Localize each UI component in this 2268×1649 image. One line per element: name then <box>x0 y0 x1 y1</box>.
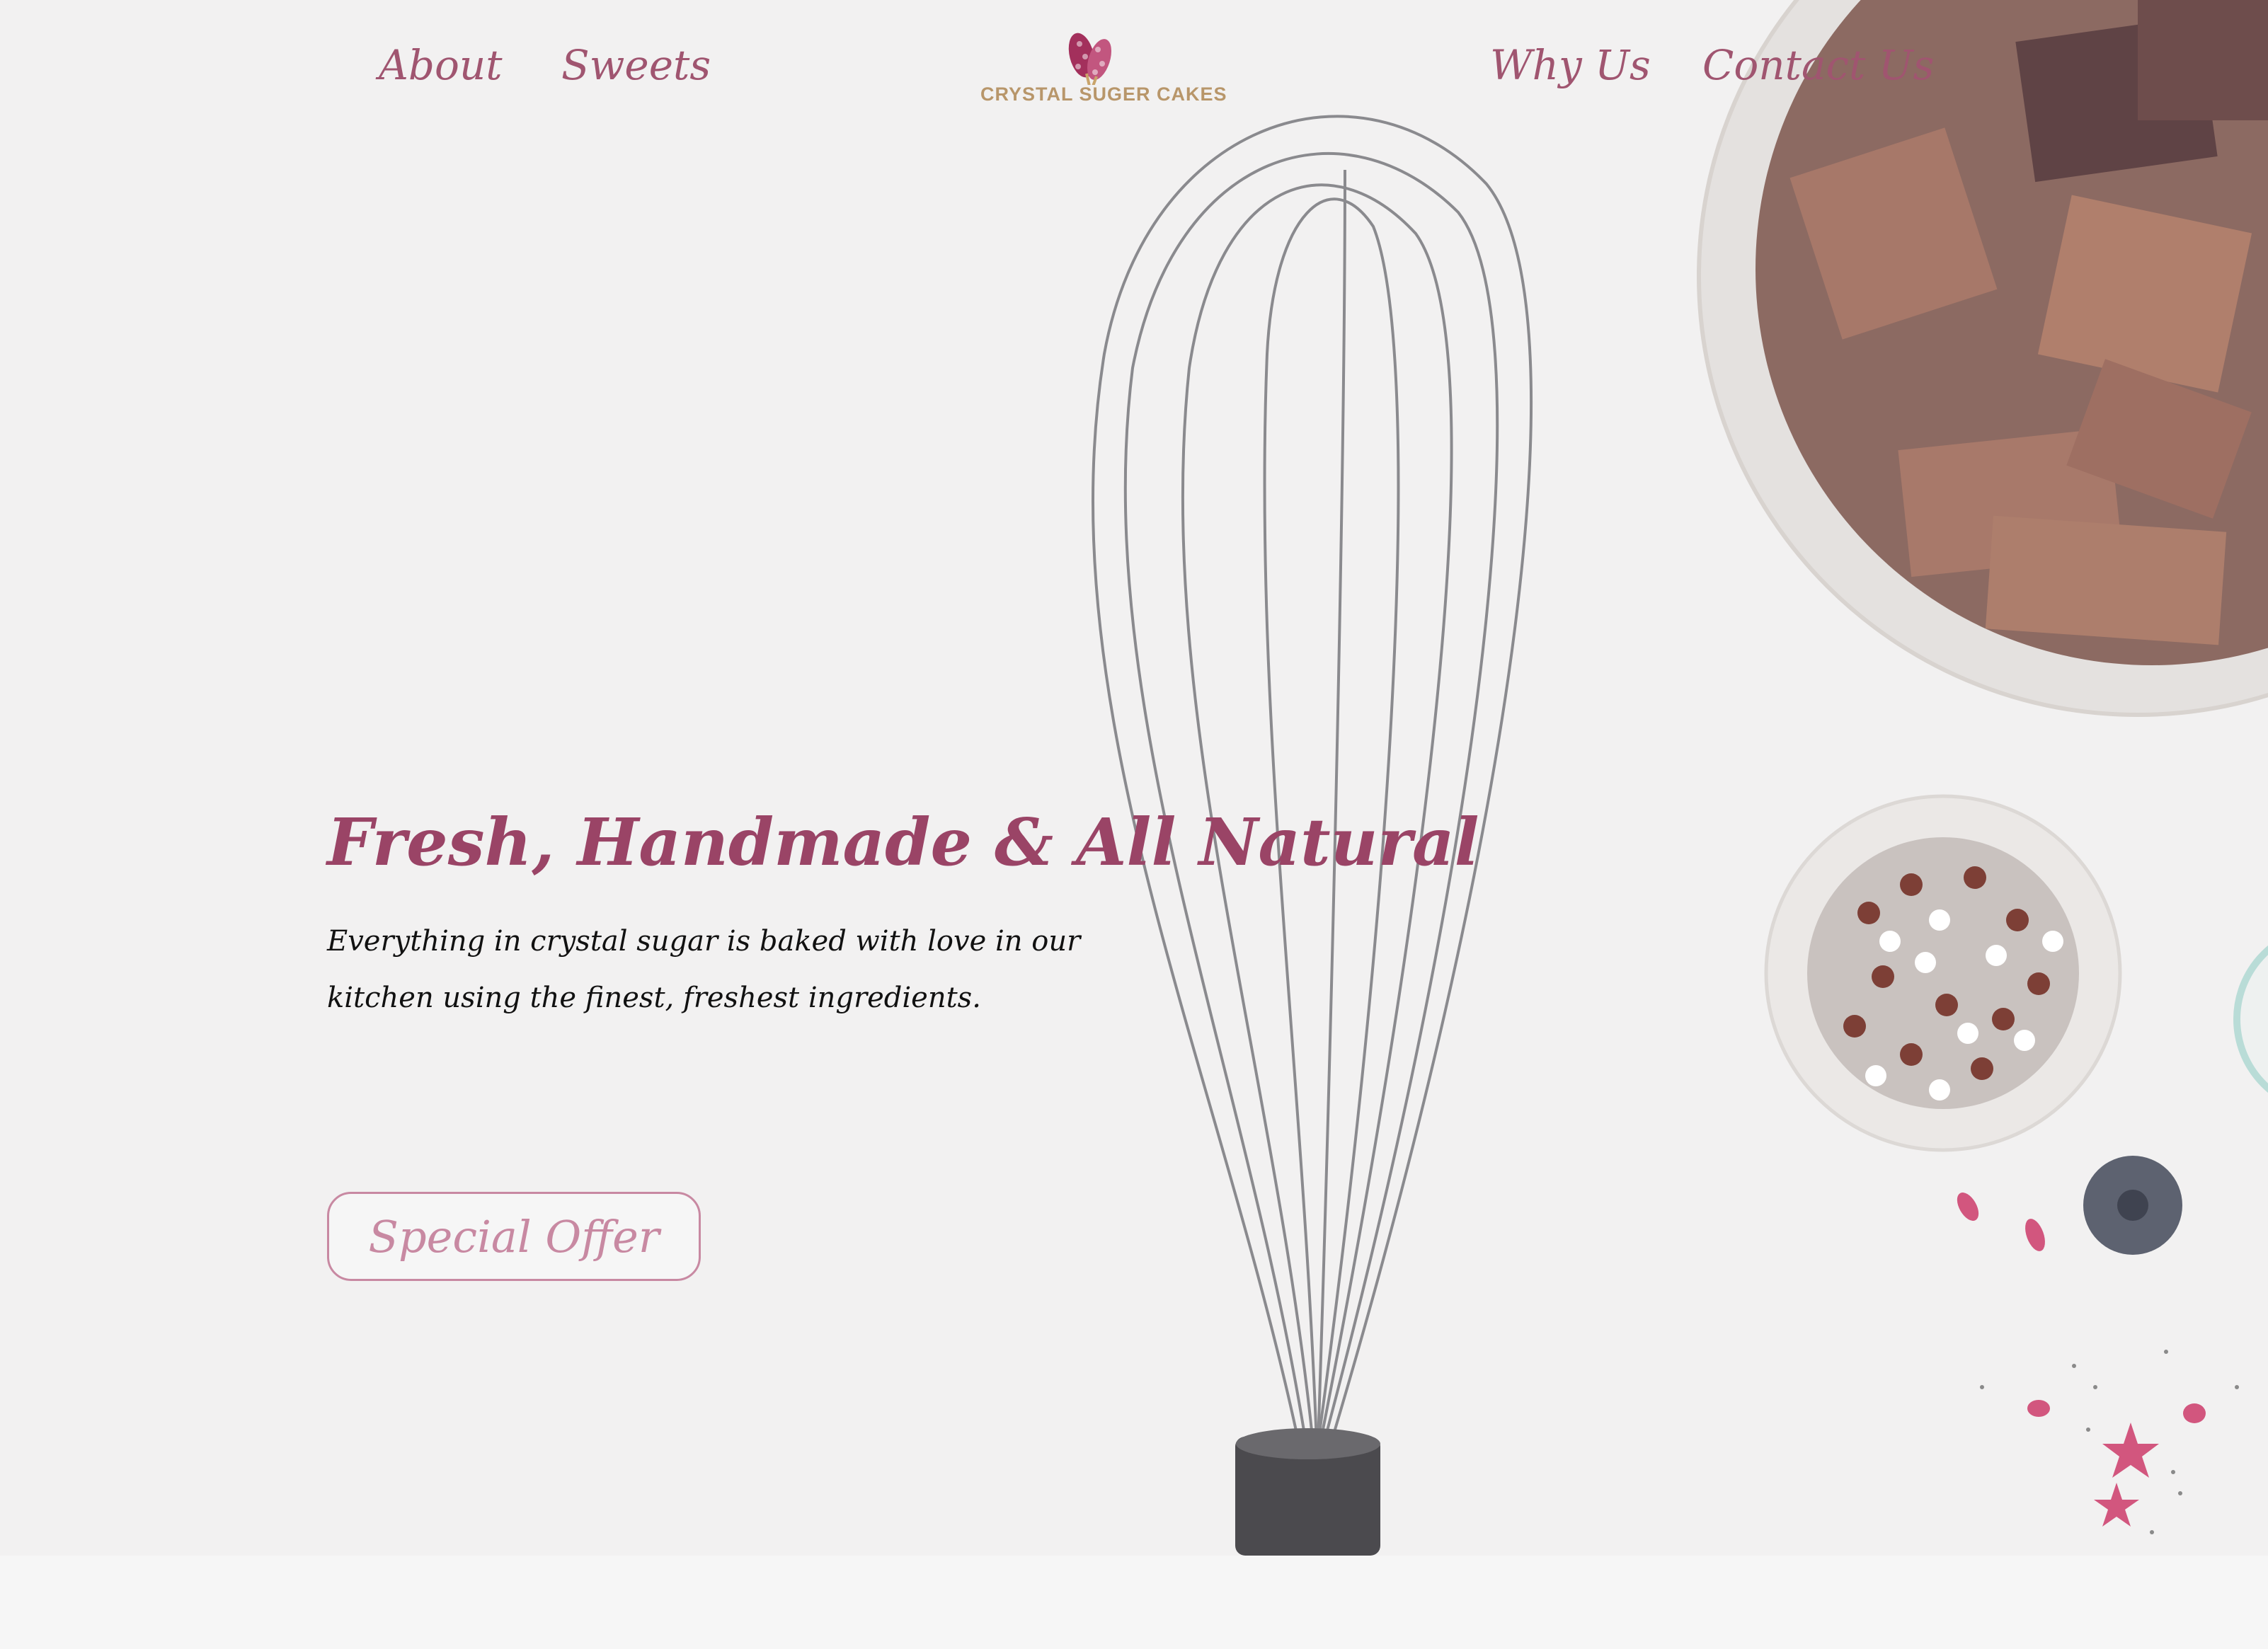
sprinkles-bowl-icon <box>1764 794 2122 1152</box>
logo-wordmark: CRYSTAL SUGER CAKES <box>980 84 1227 105</box>
chocolate-bowl-icon <box>1697 0 2268 717</box>
nav-why-us-link[interactable]: Why Us <box>1490 37 1651 93</box>
special-offer-label: Special Offer <box>368 1210 660 1263</box>
brand-logo[interactable]: CRYSTAL SUGER CAKES <box>980 28 1227 120</box>
nav-about-link[interactable]: About <box>379 37 503 93</box>
whisk-icon <box>1092 115 1533 1444</box>
candy-bouquet-logo-icon <box>1068 33 1112 85</box>
kitchen-background-illustration <box>1092 0 2268 1556</box>
nav-contact-us-link[interactable]: Contact Us <box>1702 37 1934 93</box>
blueberry-icon <box>2083 1156 2182 1255</box>
hero-section: About Sweets Why Us Contact Us CRYSTAL S… <box>0 0 2268 1556</box>
special-offer-button[interactable]: Special Offer <box>327 1192 701 1281</box>
nav-sweets-link[interactable]: Sweets <box>561 37 711 93</box>
page-footer-band <box>0 1556 2268 1649</box>
hero-headline: Fresh, Handmade & All Natural <box>327 804 1479 880</box>
hero-description: Everything in crystal sugar is baked wit… <box>327 925 1081 1014</box>
